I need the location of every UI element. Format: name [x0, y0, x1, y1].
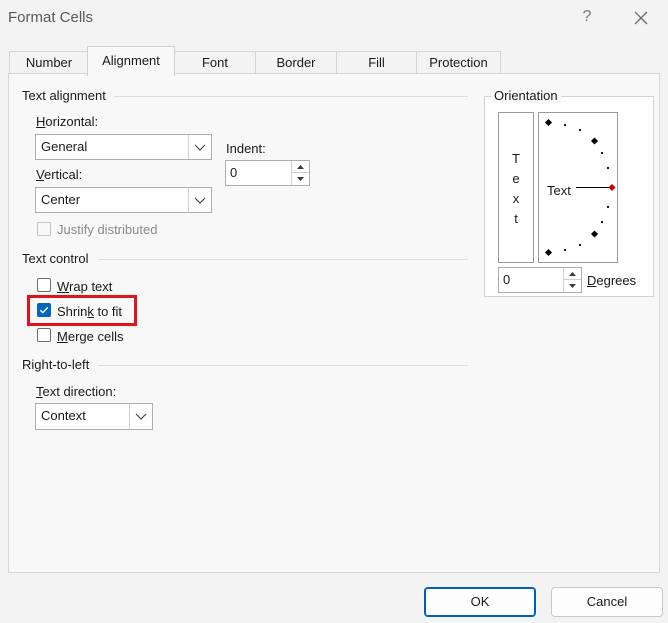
merge-cells-label: Merge cells — [57, 329, 124, 344]
degrees-spinner[interactable]: 0 — [498, 267, 582, 293]
chevron-down-icon — [135, 413, 147, 420]
indent-value: 0 — [230, 165, 238, 180]
close-button[interactable] — [630, 7, 652, 29]
tab-font[interactable]: Font — [174, 51, 256, 75]
indent-spin-down[interactable] — [292, 173, 309, 185]
section-divider — [98, 259, 468, 260]
text-alignment-heading: Text alignment — [22, 88, 106, 103]
indent-spin-up[interactable] — [292, 161, 309, 173]
vertical-dropdown-button[interactable] — [188, 188, 211, 212]
degrees-value: 0 — [503, 272, 511, 287]
tab-alignment[interactable]: Alignment — [87, 46, 175, 76]
orientation-dial[interactable]: Text — [538, 112, 618, 263]
help-button[interactable]: ? — [580, 8, 594, 26]
vertical-letter: T — [512, 151, 520, 166]
ok-button[interactable]: OK — [424, 587, 536, 617]
tab-border[interactable]: Border — [255, 51, 337, 75]
horizontal-dropdown-button[interactable] — [188, 135, 211, 159]
spin-down-icon — [297, 177, 304, 181]
vertical-label: Vertical: — [36, 167, 83, 182]
tab-protection[interactable]: Protection — [416, 51, 501, 75]
merge-cells-checkbox[interactable] — [37, 328, 51, 342]
checkmark-icon — [39, 306, 49, 314]
tab-fill[interactable]: Fill — [336, 51, 417, 75]
tab-number[interactable]: Number — [9, 51, 89, 75]
section-divider — [98, 365, 468, 366]
vertical-select[interactable]: Center — [35, 187, 212, 213]
vertical-letter: e — [512, 171, 520, 186]
horizontal-select-value: General — [41, 139, 88, 154]
indent-label: Indent: — [226, 141, 266, 156]
text-direction-dropdown-button[interactable] — [129, 404, 152, 429]
horizontal-select[interactable]: General — [35, 134, 212, 160]
horizontal-label: Horizontal: — [36, 114, 99, 129]
text-control-heading: Text control — [22, 251, 89, 266]
orientation-heading: Orientation — [491, 88, 561, 103]
vertical-letter: x — [512, 191, 520, 206]
dialog-title: Format Cells — [8, 9, 94, 26]
justify-distributed-checkbox[interactable] — [37, 222, 51, 236]
chevron-down-icon — [194, 197, 206, 204]
indent-spinner[interactable]: 0 — [225, 160, 310, 186]
vertical-select-value: Center — [41, 192, 81, 207]
chevron-down-icon — [194, 144, 206, 151]
degrees-label: Degrees — [587, 273, 637, 288]
spin-down-icon — [569, 284, 576, 288]
text-direction-value: Context — [41, 408, 86, 423]
spin-up-icon — [297, 165, 304, 169]
close-icon — [634, 11, 648, 25]
shrink-to-fit-label: Shrink to fit — [57, 304, 123, 319]
right-to-left-heading: Right-to-left — [22, 357, 90, 372]
cancel-button[interactable]: Cancel — [551, 587, 663, 617]
vertical-letter: t — [514, 211, 518, 226]
spin-up-icon — [569, 272, 576, 276]
vertical-text-button[interactable]: T e x t — [498, 112, 534, 263]
section-divider — [114, 96, 468, 97]
degrees-spin-up[interactable] — [564, 268, 581, 280]
shrink-to-fit-checkbox[interactable] — [37, 303, 51, 317]
dial-text: Text — [547, 183, 571, 198]
degrees-spin-down[interactable] — [564, 280, 581, 292]
text-direction-select[interactable]: Context — [35, 403, 153, 430]
text-direction-label: Text direction: — [36, 384, 117, 399]
justify-distributed-label: Justify distributed — [57, 222, 158, 237]
wrap-text-checkbox[interactable] — [37, 278, 51, 292]
wrap-text-label: Wrap text — [57, 279, 113, 294]
